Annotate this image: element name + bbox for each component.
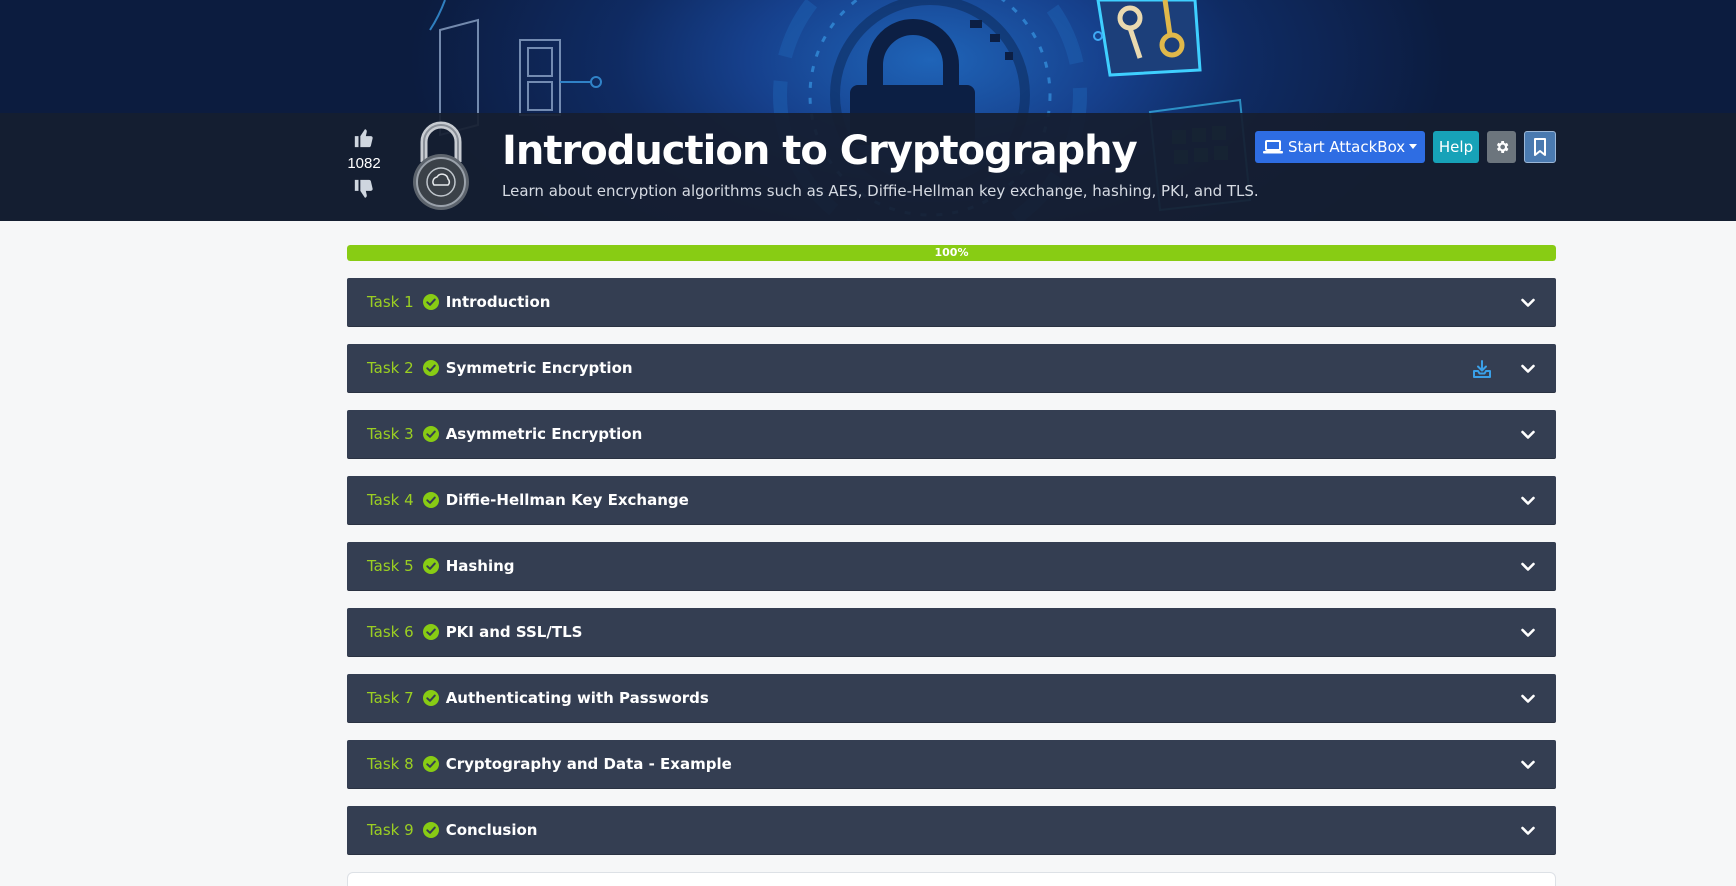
chevron-down-icon[interactable] xyxy=(1520,757,1536,773)
check-circle-icon xyxy=(422,690,439,706)
task-title: Asymmetric Encryption xyxy=(445,425,643,443)
task-header-4[interactable]: Task 4 Diffie-Hellman Key Exchange xyxy=(347,476,1556,525)
laptop-icon xyxy=(1263,140,1283,154)
settings-button[interactable] xyxy=(1487,131,1516,163)
download-icon[interactable] xyxy=(1472,359,1492,379)
task-header-7[interactable]: Task 7 Authenticating with Passwords xyxy=(347,674,1556,723)
room-progress-bar: 100% xyxy=(347,245,1556,261)
task-number: Task 6 xyxy=(367,623,414,641)
room-content-card xyxy=(347,872,1556,886)
task-number: Task 2 xyxy=(367,359,414,377)
bookmark-icon xyxy=(1534,138,1546,156)
vote-widget: 1082 xyxy=(340,127,388,200)
start-attackbox-label: Start AttackBox xyxy=(1288,138,1406,156)
chevron-down-icon[interactable] xyxy=(1520,691,1536,707)
start-attackbox-button[interactable]: Start AttackBox xyxy=(1255,131,1425,163)
hero-keys-icon xyxy=(1093,0,1202,77)
check-circle-icon xyxy=(422,756,439,772)
task-title: Symmetric Encryption xyxy=(445,359,633,377)
task-header-8[interactable]: Task 8 Cryptography and Data - Example xyxy=(347,740,1556,789)
attackbox-dropdown-caret-icon[interactable] xyxy=(1409,144,1417,149)
chevron-down-icon[interactable] xyxy=(1520,361,1536,377)
task-header-1[interactable]: Task 1 Introduction xyxy=(347,278,1556,327)
check-circle-icon xyxy=(422,426,439,442)
check-circle-icon xyxy=(422,624,439,640)
task-header-6[interactable]: Task 6 PKI and SSL/TLS xyxy=(347,608,1556,657)
task-title: Diffie-Hellman Key Exchange xyxy=(445,491,689,509)
task-number: Task 8 xyxy=(367,755,414,773)
chevron-down-icon[interactable] xyxy=(1520,427,1536,443)
task-number: Task 9 xyxy=(367,821,414,839)
task-title: Introduction xyxy=(445,293,551,311)
check-circle-icon xyxy=(422,822,439,838)
check-circle-icon xyxy=(422,294,439,310)
task-header-3[interactable]: Task 3 Asymmetric Encryption xyxy=(347,410,1556,459)
help-button[interactable]: Help xyxy=(1433,131,1479,163)
bookmark-button[interactable] xyxy=(1524,131,1556,163)
task-title: Conclusion xyxy=(445,821,538,839)
chevron-down-icon[interactable] xyxy=(1520,493,1536,509)
thumbs-up-icon[interactable] xyxy=(353,127,375,149)
task-title: PKI and SSL/TLS xyxy=(445,623,583,641)
check-circle-icon xyxy=(422,360,439,376)
task-number: Task 5 xyxy=(367,557,414,575)
chevron-down-icon[interactable] xyxy=(1520,625,1536,641)
task-header-5[interactable]: Task 5 Hashing xyxy=(347,542,1556,591)
chevron-down-icon[interactable] xyxy=(1520,559,1536,575)
room-description: Learn about encryption algorithms such a… xyxy=(502,182,1259,200)
task-list: Task 1 Introduction Task 2 Symmetric Enc… xyxy=(347,278,1556,872)
task-number: Task 3 xyxy=(367,425,414,443)
task-number: Task 1 xyxy=(367,293,414,311)
progress-label: 100% xyxy=(934,246,969,259)
check-circle-icon xyxy=(422,492,439,508)
task-title: Authenticating with Passwords xyxy=(445,689,709,707)
check-circle-icon xyxy=(422,558,439,574)
task-header-9[interactable]: Task 9 Conclusion xyxy=(347,806,1556,855)
task-title: Hashing xyxy=(445,557,515,575)
padlock-icon xyxy=(413,121,469,210)
chevron-down-icon[interactable] xyxy=(1520,295,1536,311)
chevron-down-icon[interactable] xyxy=(1520,823,1536,839)
task-number: Task 4 xyxy=(367,491,414,509)
task-header-2[interactable]: Task 2 Symmetric Encryption xyxy=(347,344,1556,393)
task-title: Cryptography and Data - Example xyxy=(445,755,732,773)
task-number: Task 7 xyxy=(367,689,414,707)
thumbs-down-icon[interactable] xyxy=(353,178,375,200)
vote-count: 1082 xyxy=(347,155,381,172)
gear-icon xyxy=(1496,141,1508,153)
room-title: Introduction to Cryptography xyxy=(502,128,1138,174)
